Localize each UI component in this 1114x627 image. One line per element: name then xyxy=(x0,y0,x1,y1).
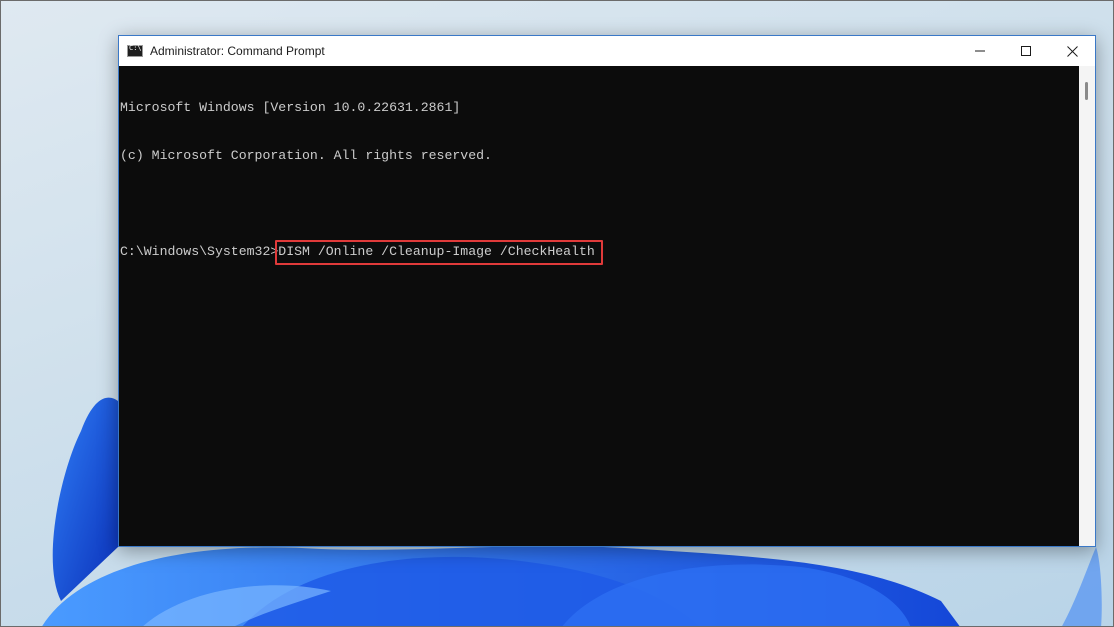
close-icon xyxy=(1066,45,1078,57)
highlighted-command: DISM /Online /Cleanup-Image /CheckHealth xyxy=(275,240,603,265)
minimize-button[interactable] xyxy=(957,36,1003,66)
scrollbar-thumb[interactable] xyxy=(1085,82,1088,100)
console-line-copyright: (c) Microsoft Corporation. All rights re… xyxy=(120,148,492,163)
maximize-icon xyxy=(1021,46,1031,56)
close-button[interactable] xyxy=(1049,36,1095,66)
minimize-icon xyxy=(975,50,985,52)
title-bar[interactable]: Administrator: Command Prompt xyxy=(119,36,1095,66)
command-text: DISM /Online /Cleanup-Image /CheckHealth xyxy=(278,244,595,259)
window-title: Administrator: Command Prompt xyxy=(150,44,325,58)
command-prompt-window[interactable]: Administrator: Command Prompt xyxy=(118,35,1096,547)
maximize-button[interactable] xyxy=(1003,36,1049,66)
cmd-icon xyxy=(127,44,143,57)
prompt-path: C:\Windows\System32> xyxy=(120,244,279,259)
command-line[interactable]: C:\Windows\System32>DISM /Online /Cleanu… xyxy=(120,240,1079,265)
desktop-background: Administrator: Command Prompt xyxy=(0,0,1114,627)
vertical-scrollbar[interactable] xyxy=(1079,66,1095,546)
window-controls xyxy=(957,36,1095,66)
console-output[interactable]: Microsoft Windows [Version 10.0.22631.28… xyxy=(119,66,1079,546)
console-line-version: Microsoft Windows [Version 10.0.22631.28… xyxy=(120,100,461,115)
